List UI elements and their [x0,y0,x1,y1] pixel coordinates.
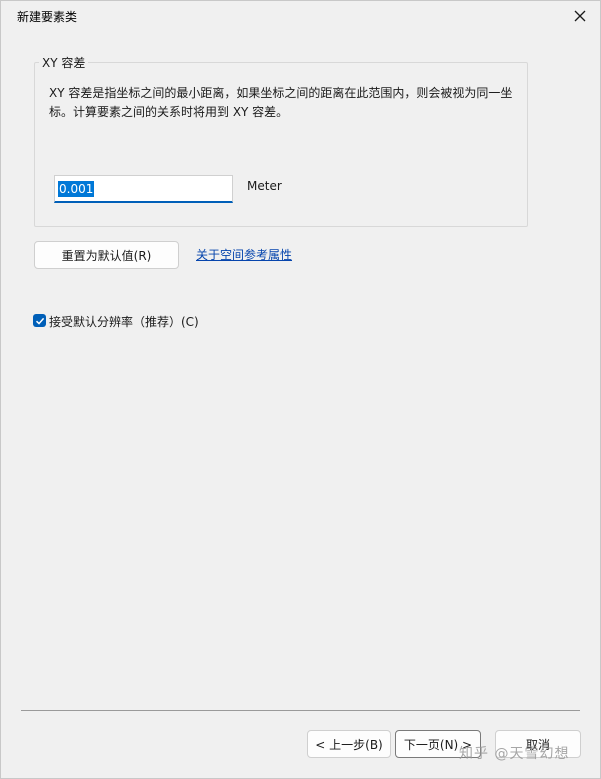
xy-tolerance-group-label: XY 容差 [39,54,89,71]
title-bar: 新建要素类 [1,1,600,31]
back-button[interactable]: < 上一步(B) [307,730,391,758]
accept-default-resolution-checkbox[interactable] [33,314,46,327]
footer-separator [21,710,580,711]
checkmark-icon [35,317,44,325]
xy-tolerance-unit: Meter [247,179,282,193]
new-feature-class-dialog: 新建要素类 XY 容差 XY 容差是指坐标之间的最小距离，如果坐标之间的距离在此… [0,0,601,779]
close-button[interactable] [568,5,592,27]
reset-to-default-label: 重置为默认值(R) [61,248,152,263]
xy-tolerance-input[interactable]: 0.001 [54,175,233,203]
watermark: 知乎 @天雪幻想 [459,746,570,762]
accept-default-resolution-label[interactable]: 接受默认分辨率（推荐）(C) [49,313,199,330]
window-title: 新建要素类 [17,10,78,24]
close-icon [574,10,586,22]
spatial-reference-properties-link[interactable]: 关于空间参考属性 [196,246,292,263]
xy-tolerance-value: 0.001 [58,180,95,197]
xy-tolerance-description: XY 容差是指坐标之间的最小距离，如果坐标之间的距离在此范围内，则会被视为同一坐… [49,86,513,119]
back-button-label: < 上一步(B) [315,737,383,752]
reset-to-default-button[interactable]: 重置为默认值(R) [34,241,179,269]
